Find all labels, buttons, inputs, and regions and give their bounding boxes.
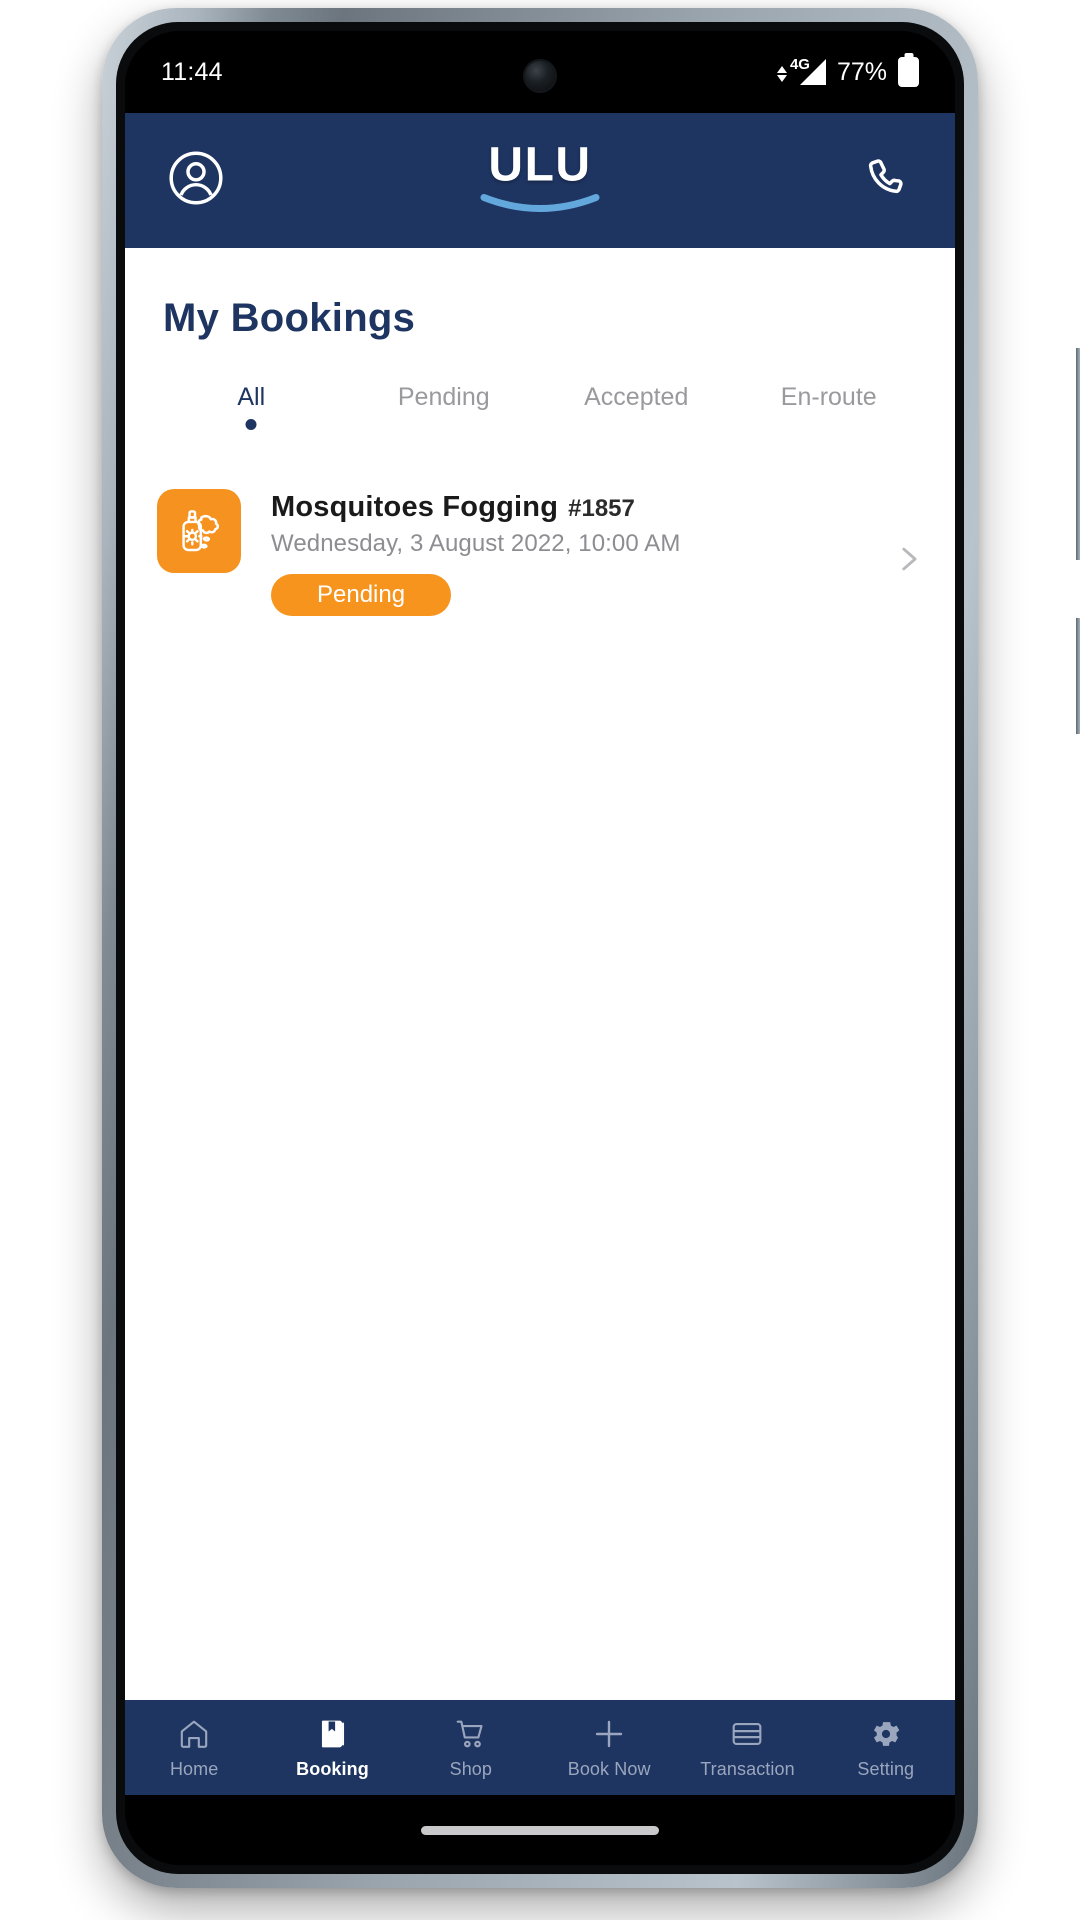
tab-accepted-label: Accepted — [584, 383, 689, 411]
credit-card-icon — [730, 1716, 764, 1752]
booking-details: Mosquitoes Fogging #1857 Wednesday, 3 Au… — [271, 489, 891, 616]
booking-filter-tabs: All Pending Accepted En-route — [125, 383, 955, 434]
app-logo: ULU — [480, 141, 600, 220]
logo-smile-curve — [480, 193, 600, 212]
tab-all-label: All — [237, 383, 266, 411]
phone-bezel: 11:44 4G 77% ULU My Bookings All Pending… — [116, 22, 964, 1874]
booking-reference-number: #1857 — [568, 495, 635, 522]
nav-item-setting[interactable]: Setting — [817, 1716, 955, 1780]
front-camera-punch-hole — [525, 61, 555, 91]
booking-datetime: Wednesday, 3 August 2022, 10:00 AM — [271, 530, 681, 557]
nav-item-book-now[interactable]: Book Now — [540, 1716, 678, 1780]
active-tab-indicator-dot — [245, 419, 257, 430]
shopping-cart-icon — [454, 1716, 488, 1752]
home-gesture-bar[interactable] — [421, 1825, 659, 1835]
nav-item-home[interactable]: Home — [125, 1716, 263, 1780]
nav-item-booking[interactable]: Booking — [263, 1716, 401, 1780]
tab-pending[interactable]: Pending — [348, 383, 541, 434]
bottom-navigation-bar: Home Booking Shop Book Now Transaction S… — [125, 1700, 955, 1795]
phone-device-frame: 11:44 4G 77% ULU My Bookings All Pending… — [102, 8, 1080, 1888]
signal-strength-icon: 4G — [776, 56, 826, 85]
booking-list-item[interactable]: Mosquitoes Fogging #1857 Wednesday, 3 Au… — [125, 489, 955, 616]
nav-label-setting: Setting — [857, 1758, 915, 1779]
network-type-label: 4G — [789, 56, 810, 73]
chevron-right-icon[interactable] — [891, 542, 925, 581]
volume-button[interactable] — [1076, 348, 1080, 560]
battery-percentage-label: 77% — [836, 57, 887, 86]
gesture-navigation-area — [125, 1795, 955, 1865]
booking-list: Mosquitoes Fogging #1857 Wednesday, 3 Au… — [125, 489, 955, 616]
status-bar: 11:44 4G 77% — [125, 31, 955, 113]
nav-label-home: Home — [169, 1758, 219, 1779]
plus-icon — [591, 1716, 627, 1752]
data-transfer-arrows-icon — [776, 66, 787, 82]
page-title: My Bookings — [163, 296, 416, 340]
booking-title: Mosquitoes Fogging — [271, 491, 559, 523]
nav-item-transaction[interactable]: Transaction — [678, 1716, 816, 1780]
nav-label-booking: Booking — [296, 1758, 369, 1779]
booking-title-line: Mosquitoes Fogging #1857 — [271, 491, 891, 524]
status-bar-clock: 11:44 — [161, 57, 223, 86]
app-header: ULU — [125, 113, 955, 248]
user-profile-icon[interactable] — [165, 147, 227, 214]
mosquito-fogging-spray-icon — [157, 489, 241, 573]
nav-label-book-now: Book Now — [567, 1758, 651, 1779]
status-bar-indicators: 4G 77% — [776, 56, 919, 87]
phone-call-icon[interactable] — [859, 150, 915, 211]
tab-en-route-label: En-route — [780, 383, 877, 411]
power-button[interactable] — [1076, 618, 1080, 734]
app-logo-text: ULU — [488, 138, 592, 191]
nav-item-shop[interactable]: Shop — [402, 1716, 540, 1780]
home-icon — [177, 1716, 211, 1752]
tab-pending-label: Pending — [397, 383, 490, 411]
tab-en-route[interactable]: En-route — [733, 383, 926, 434]
tab-all[interactable]: All — [155, 383, 348, 434]
book-icon — [315, 1716, 349, 1752]
battery-icon — [898, 57, 919, 87]
page-content: My Bookings All Pending Accepted En-rout… — [125, 248, 955, 1732]
gear-icon — [869, 1716, 903, 1752]
nav-label-transaction: Transaction — [700, 1758, 795, 1779]
phone-screen: 11:44 4G 77% ULU My Bookings All Pending… — [125, 31, 955, 1865]
nav-label-shop: Shop — [449, 1758, 493, 1779]
status-badge: Pending — [271, 574, 452, 616]
tab-accepted[interactable]: Accepted — [540, 383, 733, 434]
